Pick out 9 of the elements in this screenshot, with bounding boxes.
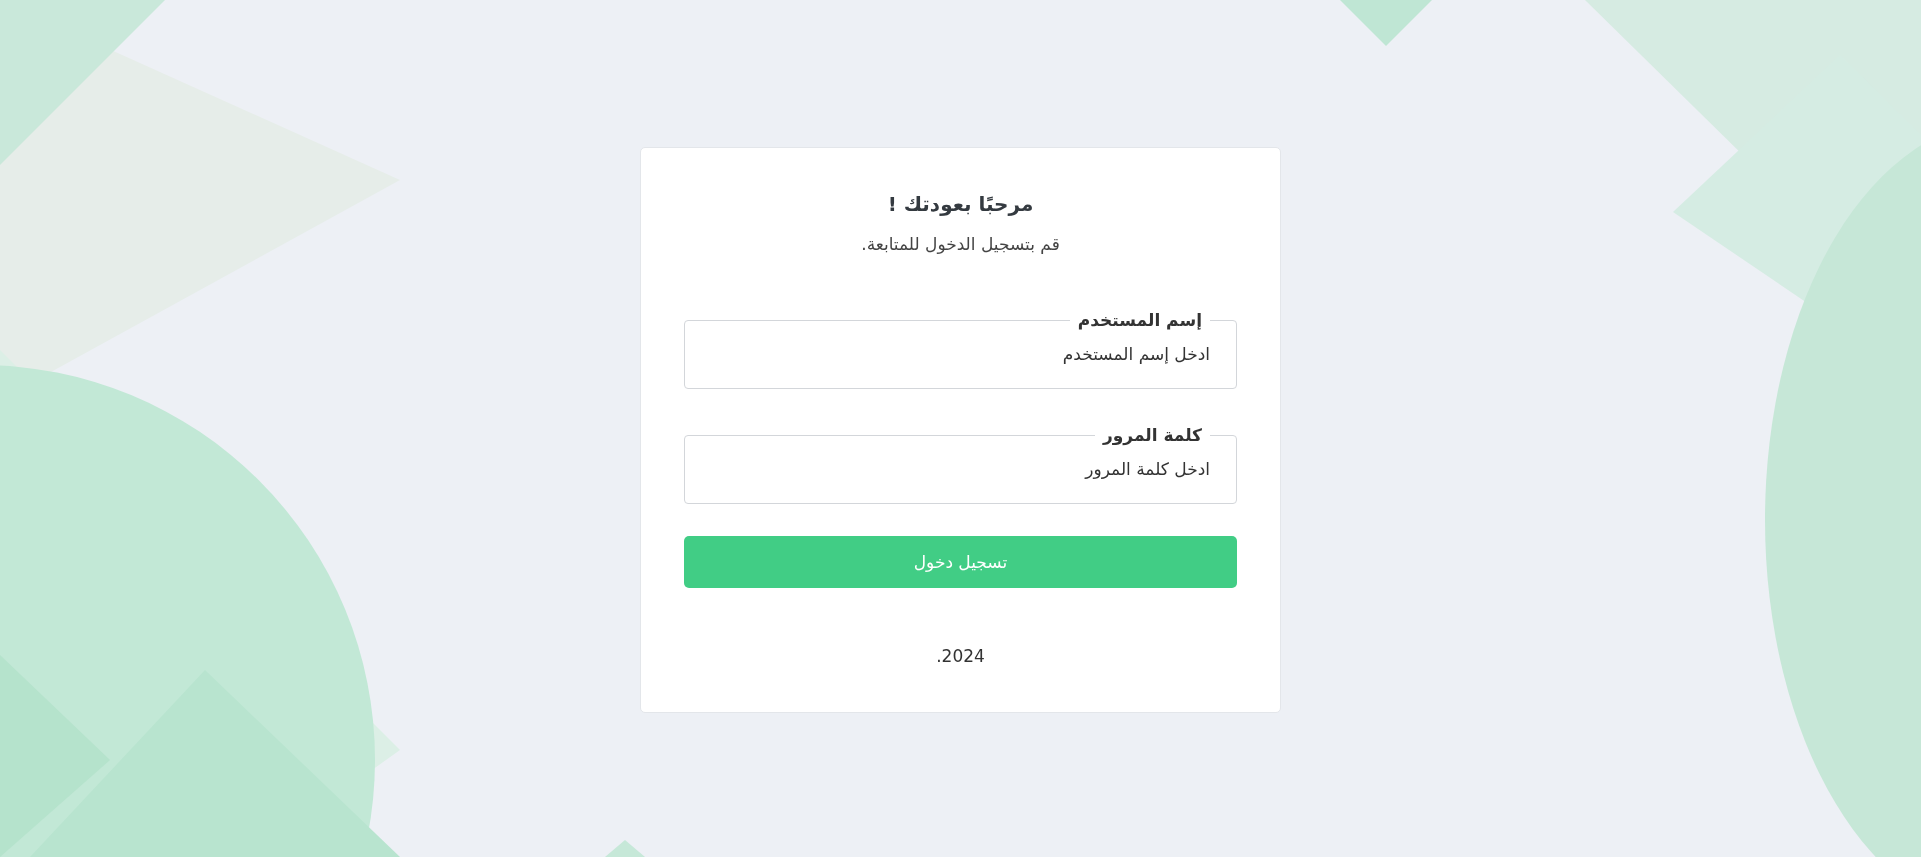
copyright-text: 2024. xyxy=(936,646,985,666)
input-field[interactable]: ادخل إسم المستخدم xyxy=(705,340,1210,368)
field-label: كلمة المرور xyxy=(1101,425,1203,445)
login-subtitle: قم بتسجيل الدخول للمتابعة. xyxy=(861,234,1060,254)
field-label: إسم المستخدم xyxy=(1076,310,1203,330)
text-field[interactable]: كلمة المرور ادخل كلمة المرور xyxy=(684,425,1237,504)
text-field[interactable]: إسم المستخدم ادخل إسم المستخدم xyxy=(684,310,1237,389)
welcome-title: مرحبًا بعودتك ! xyxy=(887,192,1034,216)
input-field[interactable]: ادخل كلمة المرور xyxy=(705,455,1210,483)
